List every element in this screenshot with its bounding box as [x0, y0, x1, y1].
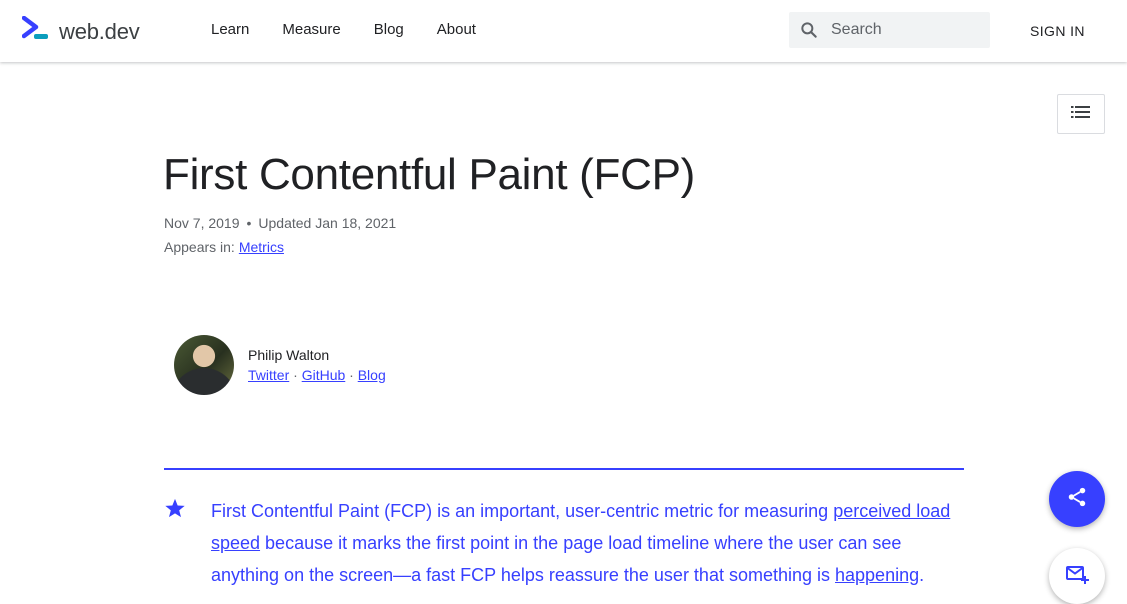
nav-learn[interactable]: Learn: [211, 21, 249, 38]
subscribe-mail-icon: [1065, 562, 1089, 591]
page-title: First Contentful Paint (FCP): [163, 150, 695, 199]
author-blog-link[interactable]: Blog: [358, 367, 386, 383]
published-date: Nov 7, 2019: [164, 215, 240, 231]
logo-text: web.dev: [59, 18, 140, 44]
top-app-bar: web.dev Learn Measure Blog About SIGN IN: [0, 0, 1127, 62]
appears-in-metrics-link[interactable]: Metrics: [239, 239, 284, 255]
nav-measure[interactable]: Measure: [282, 21, 340, 38]
site-logo[interactable]: web.dev: [21, 15, 140, 47]
author-links: Twitter · GitHub · Blog: [248, 367, 386, 383]
author-github-link[interactable]: GitHub: [302, 367, 346, 383]
appears-in: Appears in: Metrics: [164, 239, 284, 255]
share-icon: [1066, 486, 1088, 513]
star-icon: [164, 498, 186, 524]
share-button[interactable]: [1049, 471, 1105, 527]
sign-in-button[interactable]: SIGN IN: [1030, 23, 1085, 39]
summary-divider: [164, 468, 964, 470]
avatar: [174, 335, 234, 395]
toc-list-icon: [1071, 105, 1091, 124]
nav-about[interactable]: About: [437, 21, 476, 38]
main-nav: Learn Measure Blog About: [211, 21, 509, 38]
author-name: Philip Walton: [248, 347, 330, 363]
subscribe-button[interactable]: [1049, 548, 1105, 604]
appears-in-label: Appears in:: [164, 239, 235, 255]
search-input[interactable]: [829, 20, 983, 40]
key-summary: First Contentful Paint (FCP) is an impor…: [211, 501, 951, 585]
happening-link[interactable]: happening: [835, 565, 919, 585]
author-twitter-link[interactable]: Twitter: [248, 367, 289, 383]
nav-blog[interactable]: Blog: [374, 21, 404, 38]
updated-date: Updated Jan 18, 2021: [258, 215, 397, 231]
search-icon: [799, 20, 819, 40]
web-dev-logo-icon: [21, 15, 50, 47]
author-card: Philip Walton Twitter · GitHub · Blog: [174, 335, 386, 395]
table-of-contents-button[interactable]: [1057, 94, 1105, 134]
search-box[interactable]: [789, 12, 990, 48]
article-dates: Nov 7, 2019 • Updated Jan 18, 2021: [164, 215, 397, 231]
